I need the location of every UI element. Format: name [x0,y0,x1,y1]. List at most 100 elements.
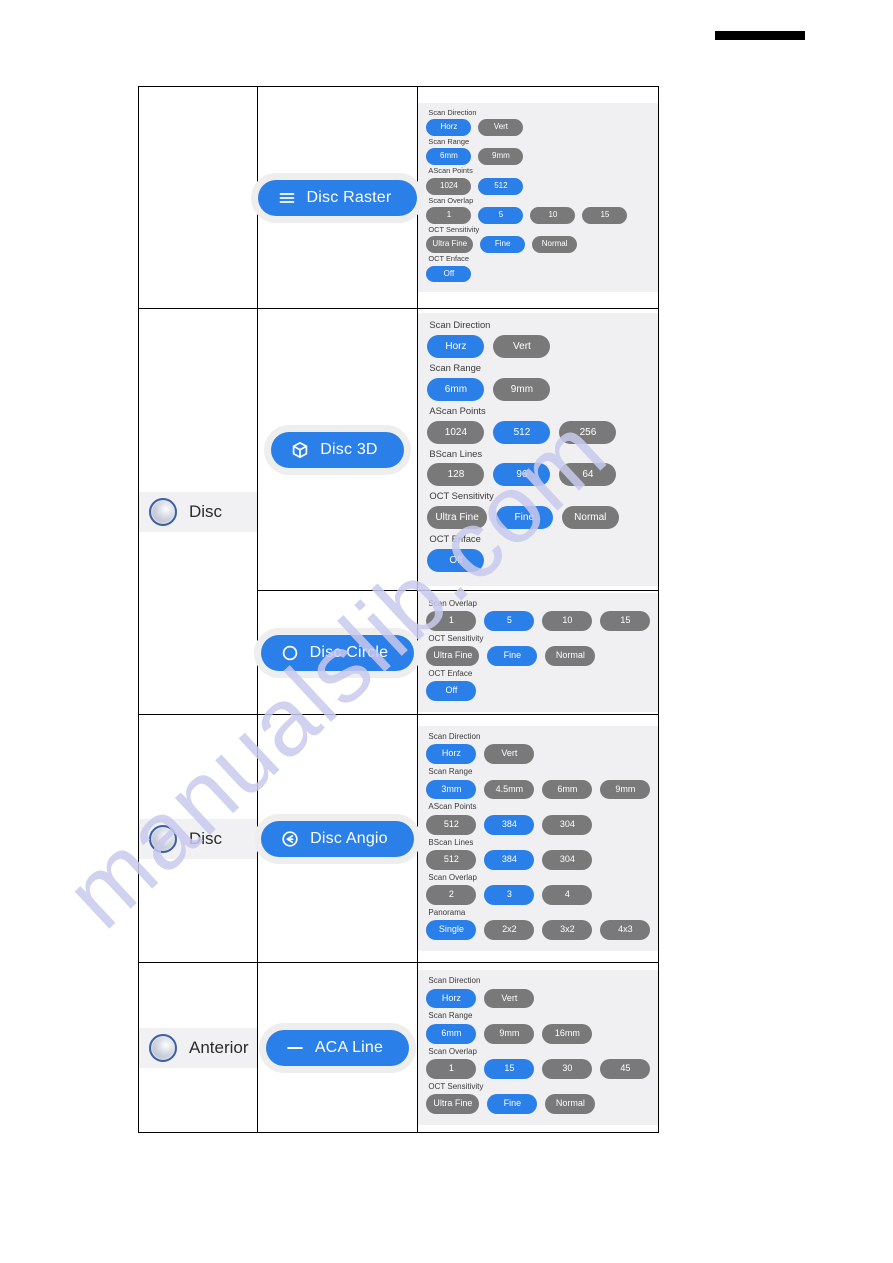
option-pill[interactable]: 304 [542,814,593,835]
option-pill[interactable]: 1024 [426,177,472,195]
option-pill[interactable]: 15 [600,611,651,631]
setting-group-label: AScan Points [428,802,477,812]
option-pill[interactable]: Horz [426,988,477,1009]
option-pill[interactable]: 1 [426,611,477,631]
option-pill[interactable]: 2x2 [484,919,535,940]
scan-mode-button[interactable]: Disc 3D [271,431,404,468]
option-pill[interactable]: Horz [426,744,477,765]
setting-group: Scan Overlap 1 5 10 15 [426,196,650,224]
option-pill[interactable]: 45 [600,1058,651,1079]
option-pill-row: 1 5 10 15 [426,611,651,631]
option-pill[interactable]: 512 [478,177,524,195]
option-pill-row: 1 15 30 45 [426,1058,651,1079]
option-pill[interactable]: 384 [484,814,535,835]
option-pill[interactable]: Ultra Fine [427,506,487,530]
option-pill[interactable]: 2 [426,884,477,905]
setting-group: BScan Lines 128 96 64 [427,448,649,487]
scan-mode-button[interactable]: Disc Circle [260,634,415,671]
option-pill[interactable]: Normal [545,646,596,667]
table-row: Disc Disc 3D Scan Direction Horz Vert Scan Ra… [138,308,660,715]
option-pill[interactable]: Horz [427,334,485,358]
option-pill[interactable]: Ultra Fine [426,646,480,667]
option-pill-row: Ultra Fine Fine Normal [427,506,649,530]
option-pill[interactable]: 64 [559,463,617,487]
option-pill[interactable]: 128 [427,463,485,487]
option-pill-row: Horz Vert [426,988,650,1009]
scan-mode-button[interactable]: ACA Line [265,1029,410,1066]
option-pill[interactable]: 4x3 [600,919,651,940]
option-pill[interactable]: 30 [542,1058,593,1079]
option-pill[interactable]: 512 [426,849,477,870]
scan-mode-button-label: Disc Angio [310,829,388,847]
option-pill[interactable]: 9mm [484,1023,535,1044]
option-pill[interactable]: 5 [478,207,524,224]
option-pill[interactable]: 1 [426,207,472,224]
option-pill[interactable]: 15 [484,1058,535,1079]
option-pill[interactable]: Normal [532,236,578,254]
option-pill[interactable]: 4.5mm [484,779,535,800]
setting-group-label: Scan Range [428,136,470,146]
option-pill[interactable]: Single [426,919,477,940]
option-pill[interactable]: Fine [480,236,526,254]
category-item[interactable]: Disc [139,491,257,532]
option-pill[interactable]: 9mm [478,148,524,166]
option-pill[interactable]: Vert [484,988,535,1009]
setting-group-label: OCT Enface [429,533,481,545]
option-pill[interactable]: 3mm [426,779,477,800]
scan-mode-button[interactable]: Disc Angio [261,820,414,857]
option-pill[interactable]: Fine [487,646,538,667]
option-pill[interactable]: Normal [561,506,619,530]
option-pill[interactable]: 3x2 [542,919,593,940]
setting-group: Scan Overlap 1 15 30 45 [426,1047,651,1079]
option-pill-row: Horz Vert [427,334,649,358]
option-pill[interactable]: 512 [493,420,551,444]
option-pill[interactable]: 4 [542,884,593,905]
option-pill[interactable]: 1 [426,1058,477,1079]
option-pill[interactable]: Ultra Fine [426,1093,480,1114]
lines-icon [278,189,296,207]
setting-group: Scan Range 6mm 9mm [426,136,650,166]
option-pill-row: 6mm 9mm 16mm [426,1023,650,1044]
category-item[interactable]: Disc [139,818,257,859]
option-pill[interactable]: Horz [426,119,472,136]
option-pill[interactable]: 10 [542,611,593,631]
option-pill[interactable]: 16mm [542,1023,593,1044]
option-pill[interactable]: 6mm [427,377,485,401]
option-pill[interactable]: Vert [493,334,551,358]
setting-group: Scan Direction Horz Vert [427,319,649,358]
scan-mode-button[interactable]: Disc Raster [257,179,418,216]
option-pill[interactable]: 256 [559,420,617,444]
option-pill[interactable]: Vert [478,119,524,136]
option-pill[interactable]: 6mm [542,779,593,800]
option-pill[interactable]: 6mm [426,148,472,166]
option-pill-row: 1024 512 [426,177,650,195]
option-pill[interactable]: 96 [493,463,551,487]
option-pill[interactable]: Fine [487,1093,538,1114]
option-pill[interactable]: 9mm [493,377,551,401]
setting-group-label: Scan Range [429,361,482,373]
setting-group: OCT Sensitivity Ultra Fine Fine Normal [427,490,649,530]
option-pill[interactable]: 6mm [426,1023,477,1044]
option-pill[interactable]: Off [427,548,485,572]
option-pill[interactable]: 1024 [427,420,485,444]
option-pill[interactable]: Normal [545,1093,596,1114]
option-pill[interactable]: Ultra Fine [426,236,474,254]
option-pill[interactable]: 10 [530,207,576,224]
setting-group-label: AScan Points [429,404,486,416]
setting-group-label: OCT Sensitivity [428,224,480,234]
option-pill[interactable]: Vert [484,744,535,765]
option-pill[interactable]: Fine [495,506,553,530]
setting-group: OCT Enface Off [426,669,650,702]
category-item[interactable]: Anterior [139,1027,257,1068]
setting-group-label: OCT Sensitivity [428,633,484,643]
option-pill[interactable]: Off [426,681,477,702]
option-pill[interactable]: 5 [484,611,535,631]
option-pill[interactable]: 3 [484,884,535,905]
option-pill[interactable]: 304 [542,849,593,870]
option-pill[interactable]: 15 [582,207,628,224]
setting-group: Scan Range 6mm 9mm 16mm [426,1011,650,1044]
option-pill[interactable]: 512 [426,814,477,835]
option-pill[interactable]: 384 [484,849,535,870]
option-pill[interactable]: Off [426,265,472,283]
option-pill[interactable]: 9mm [600,779,651,800]
